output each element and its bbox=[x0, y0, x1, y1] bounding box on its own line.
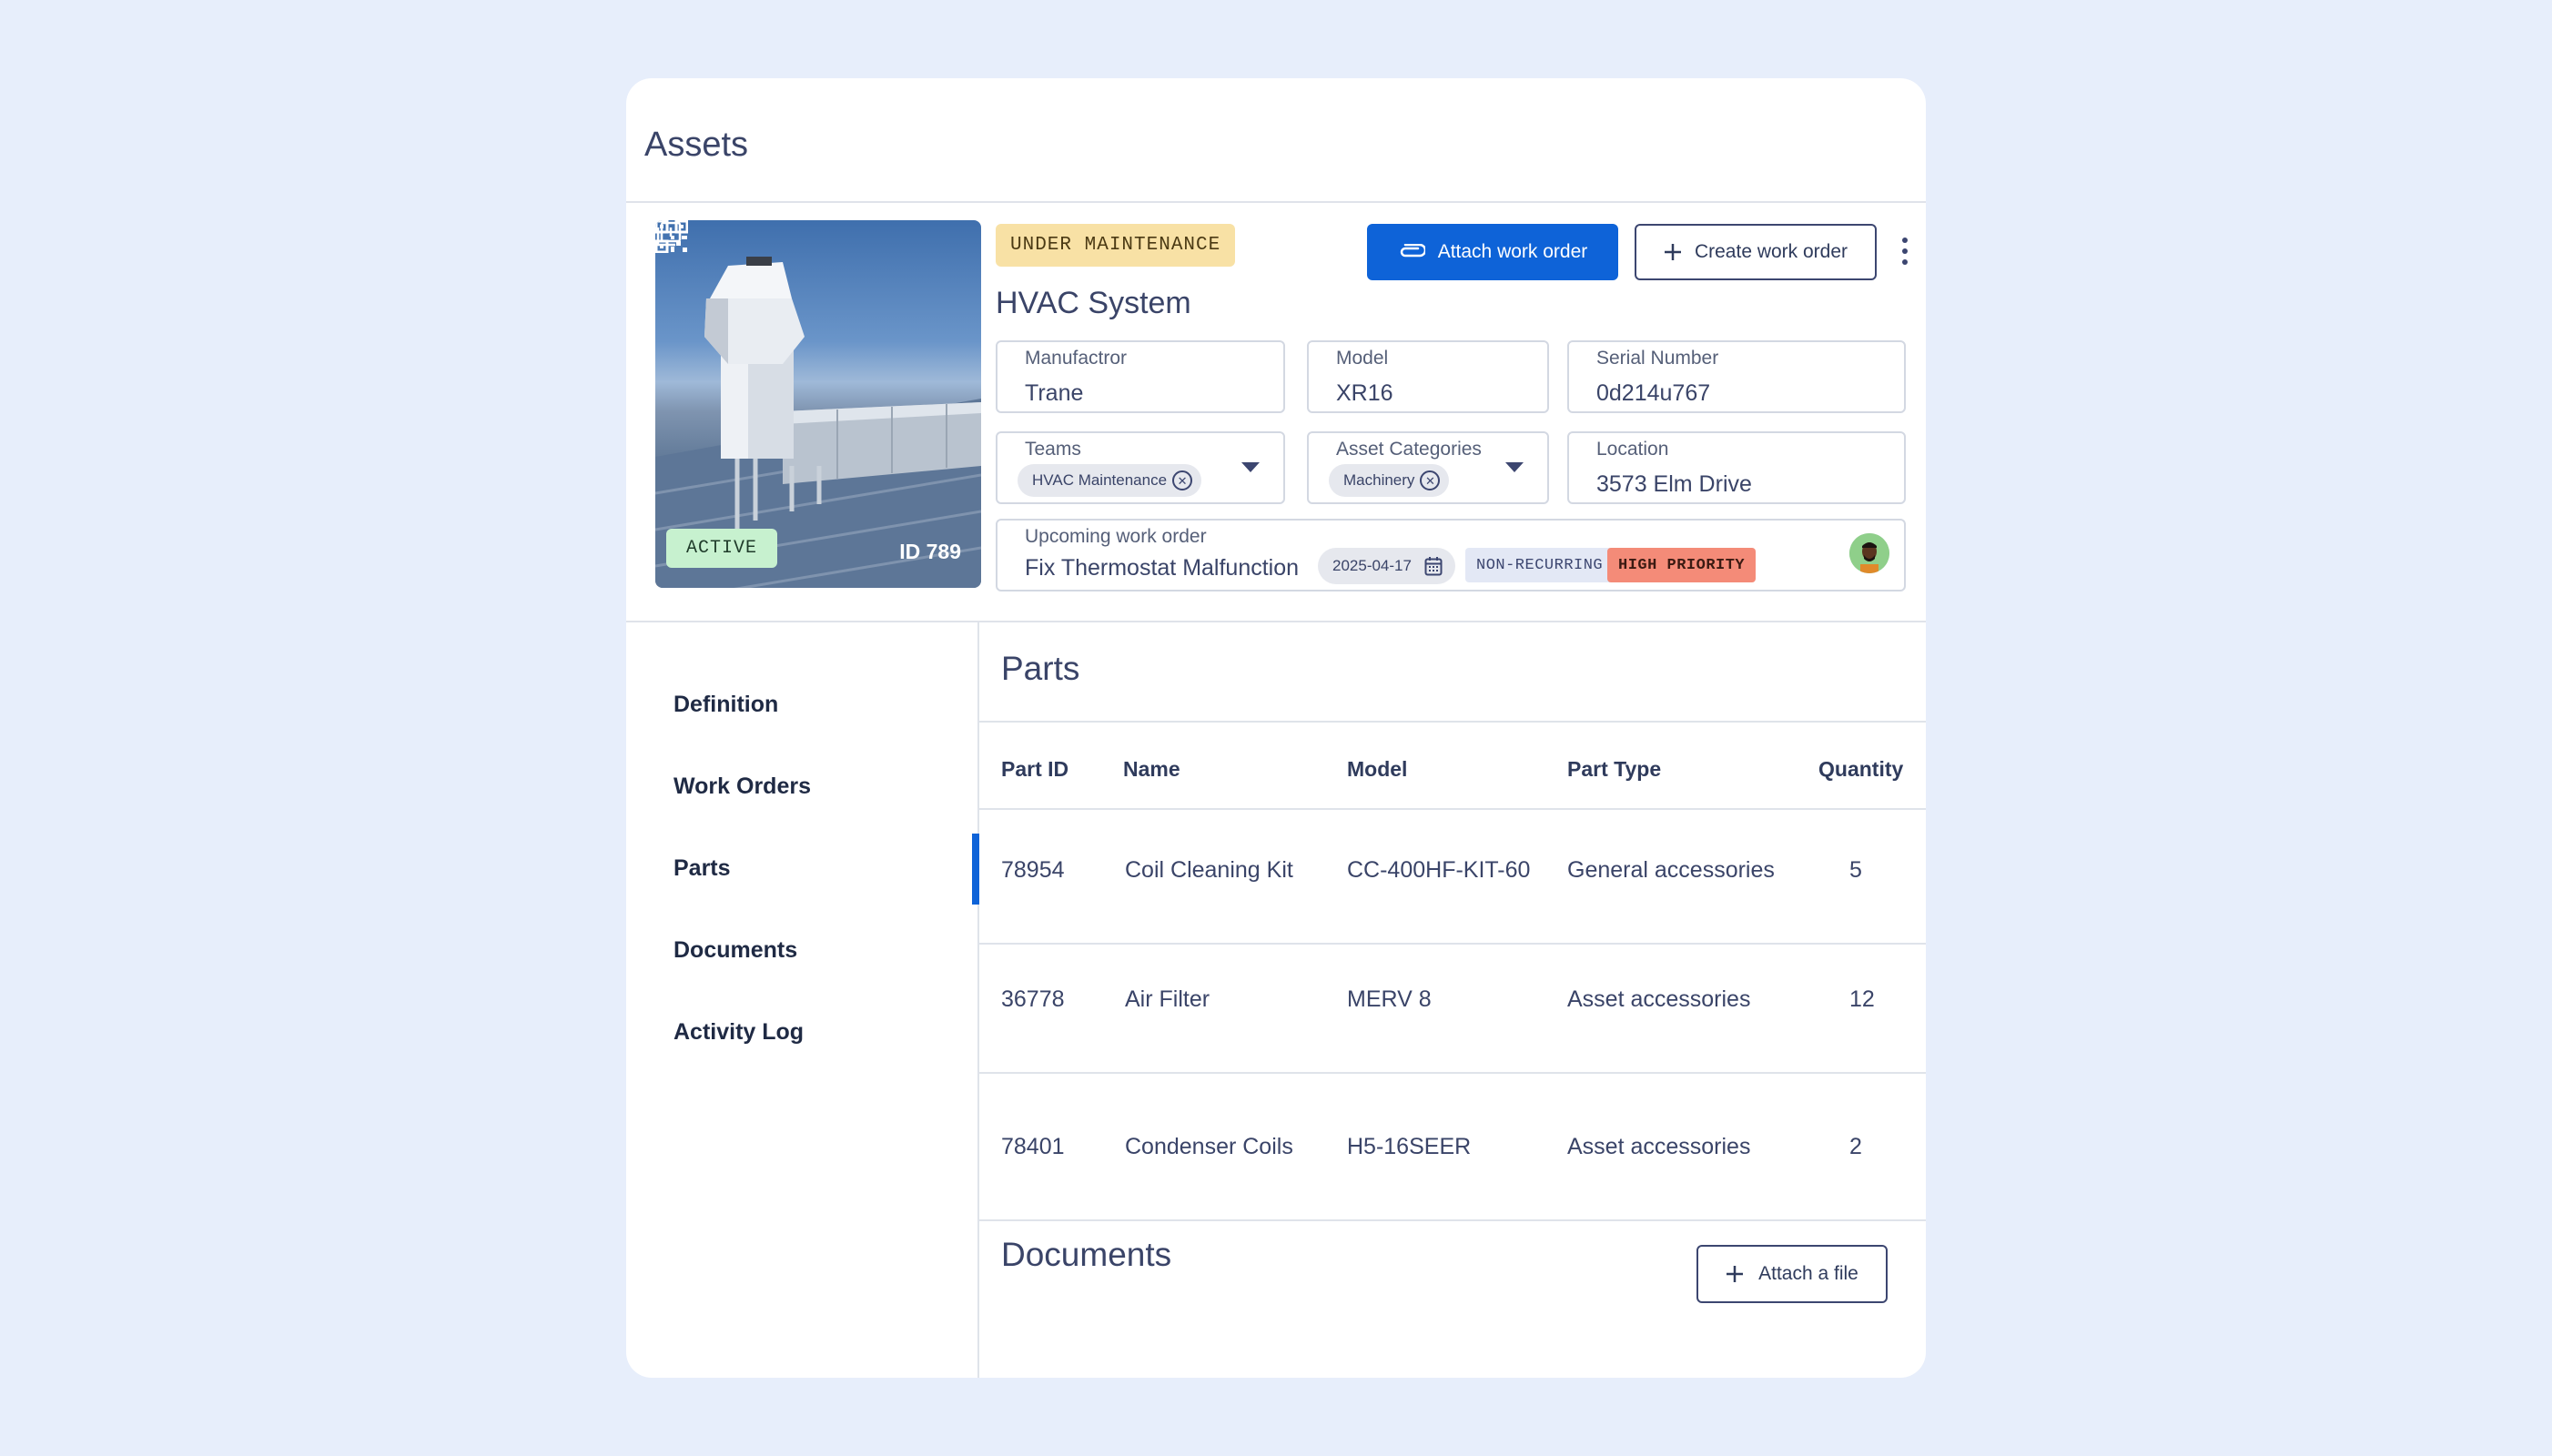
table-cell-part-type: General accessories bbox=[1567, 857, 1775, 883]
asset-categories-label: Asset Categories bbox=[1336, 439, 1482, 460]
dropdown-arrow-icon[interactable] bbox=[1505, 462, 1524, 472]
asset-card: Assets ACTIVE ID 789 UNDER MAINTENANCE H… bbox=[626, 78, 1926, 1378]
create-work-order-label: Create work order bbox=[1694, 241, 1848, 262]
teams-select[interactable]: Teams HVAC Maintenance ✕ bbox=[996, 431, 1285, 504]
nav-item-parts[interactable]: Parts bbox=[673, 855, 731, 882]
table-header-divider bbox=[979, 808, 1926, 810]
parts-title: Parts bbox=[1001, 650, 1080, 687]
teams-label: Teams bbox=[1025, 439, 1081, 460]
assignee-avatar[interactable] bbox=[1849, 533, 1889, 573]
calendar-icon bbox=[1424, 557, 1443, 576]
table-row-divider bbox=[979, 943, 1926, 945]
team-chip-label: HVAC Maintenance bbox=[1032, 471, 1168, 489]
location-value: 3573 Elm Drive bbox=[1596, 471, 1752, 497]
serial-number-value: 0d214u767 bbox=[1596, 380, 1711, 406]
table-cell-part-type: Asset accessories bbox=[1567, 1134, 1751, 1159]
due-date: 2025-04-17 bbox=[1332, 557, 1412, 574]
manufacturer-label: Manufactror bbox=[1025, 348, 1128, 369]
active-badge: ACTIVE bbox=[666, 529, 778, 568]
sidebar-divider bbox=[977, 622, 979, 1378]
asset-categories-select[interactable]: Asset Categories Machinery ✕ bbox=[1307, 431, 1549, 504]
table-cell-model: MERV 8 bbox=[1347, 986, 1432, 1012]
attach-file-button[interactable]: Attach a file bbox=[1696, 1245, 1888, 1303]
documents-title: Documents bbox=[1001, 1236, 1172, 1273]
model-field[interactable]: Model XR16 bbox=[1307, 340, 1549, 413]
table-cell-name: Condenser Coils bbox=[1125, 1134, 1293, 1159]
parts-header-divider bbox=[979, 721, 1926, 723]
column-header-name[interactable]: Name bbox=[1123, 757, 1180, 782]
table-cell-model: CC-400HF-KIT-60 bbox=[1347, 857, 1531, 883]
attach-file-label: Attach a file bbox=[1758, 1263, 1858, 1284]
table-cell-quantity: 2 bbox=[1849, 1134, 1862, 1159]
plus-icon bbox=[1727, 1266, 1744, 1282]
asset-id: ID 789 bbox=[899, 540, 961, 563]
upcoming-work-order-label: Upcoming work order bbox=[1025, 526, 1207, 547]
model-label: Model bbox=[1336, 348, 1389, 369]
header-divider bbox=[626, 201, 1926, 203]
serial-number-field[interactable]: Serial Number 0d214u767 bbox=[1567, 340, 1906, 413]
nav-item-work-orders[interactable]: Work Orders bbox=[673, 774, 811, 800]
attach-work-order-label: Attach work order bbox=[1437, 241, 1588, 262]
table-cell-name: Air Filter bbox=[1125, 986, 1210, 1012]
plus-icon bbox=[1664, 244, 1681, 260]
upcoming-work-order-title: Fix Thermostat Malfunction bbox=[1025, 555, 1300, 581]
remove-chip-icon[interactable]: ✕ bbox=[1420, 470, 1441, 490]
nav-item-documents[interactable]: Documents bbox=[673, 937, 797, 964]
nav-item-activity-log[interactable]: Activity Log bbox=[673, 1019, 804, 1046]
category-chip-label: Machinery bbox=[1343, 471, 1415, 489]
column-header-quantity[interactable]: Quantity bbox=[1818, 757, 1903, 782]
due-date-chip[interactable]: 2025-04-17 bbox=[1318, 548, 1455, 584]
add-image-icon[interactable] bbox=[655, 220, 683, 248]
team-chip: HVAC Maintenance ✕ bbox=[1018, 464, 1202, 497]
manufacturer-value: Trane bbox=[1025, 380, 1084, 406]
recurrence-tag: NON-RECURRING bbox=[1465, 548, 1615, 582]
create-work-order-button[interactable]: Create work order bbox=[1635, 224, 1877, 280]
table-cell-part-id: 78954 bbox=[1001, 857, 1065, 883]
upcoming-work-order[interactable]: Upcoming work order Fix Thermostat Malfu… bbox=[996, 519, 1906, 592]
section-divider bbox=[626, 621, 1926, 622]
paperclip-icon bbox=[1400, 244, 1425, 258]
table-cell-quantity: 12 bbox=[1849, 986, 1875, 1012]
dropdown-arrow-icon[interactable] bbox=[1241, 462, 1260, 472]
page-title: Assets bbox=[644, 126, 749, 164]
table-cell-model: H5-16SEER bbox=[1347, 1134, 1472, 1159]
remove-chip-icon[interactable]: ✕ bbox=[1172, 470, 1193, 490]
table-cell-part-id: 78401 bbox=[1001, 1134, 1065, 1159]
table-row-divider bbox=[979, 1072, 1926, 1074]
table-cell-part-id: 36778 bbox=[1001, 986, 1065, 1012]
nav-item-definition[interactable]: Definition bbox=[673, 692, 778, 718]
kebab-menu-icon[interactable] bbox=[1899, 233, 1911, 269]
nav-active-indicator bbox=[972, 834, 979, 905]
model-value: XR16 bbox=[1336, 380, 1393, 406]
serial-number-label: Serial Number bbox=[1596, 348, 1719, 369]
column-header-part-type[interactable]: Part Type bbox=[1567, 757, 1661, 782]
table-row-divider bbox=[979, 1219, 1926, 1221]
column-header-part-id[interactable]: Part ID bbox=[1001, 757, 1068, 782]
asset-name: HVAC System bbox=[996, 286, 1191, 320]
priority-tag: HIGH PRIORITY bbox=[1607, 548, 1757, 582]
table-cell-part-type: Asset accessories bbox=[1567, 986, 1751, 1012]
table-cell-name: Coil Cleaning Kit bbox=[1125, 857, 1293, 883]
category-chip: Machinery ✕ bbox=[1329, 464, 1450, 497]
location-field[interactable]: Location 3573 Elm Drive bbox=[1567, 431, 1906, 504]
table-cell-quantity: 5 bbox=[1849, 857, 1862, 883]
maintenance-status-badge: UNDER MAINTENANCE bbox=[996, 224, 1236, 267]
column-header-model[interactable]: Model bbox=[1347, 757, 1407, 782]
location-label: Location bbox=[1596, 439, 1669, 460]
manufacturer-field[interactable]: Manufactror Trane bbox=[996, 340, 1285, 413]
attach-work-order-button[interactable]: Attach work order bbox=[1367, 224, 1618, 280]
asset-image[interactable]: ACTIVE ID 789 bbox=[655, 220, 981, 588]
